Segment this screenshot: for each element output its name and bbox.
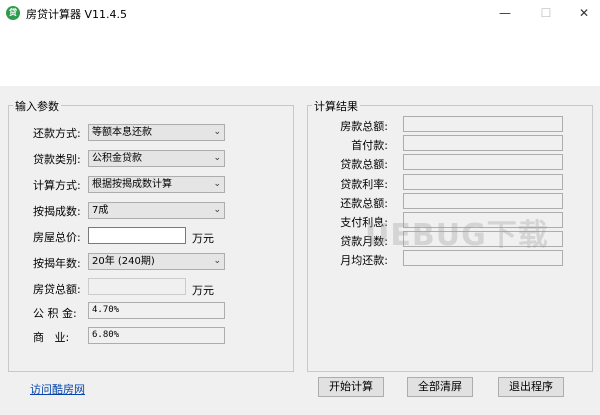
clear-all-button[interactable]: 全部清屏 <box>407 377 473 397</box>
house-price-label: 房屋总价: <box>33 231 81 244</box>
maximize-button[interactable]: ☐ <box>532 3 560 23</box>
repayment-method-select[interactable]: 等额本息还款 ⌄ <box>88 124 225 141</box>
repayment-method-value: 等额本息还款 <box>92 127 152 138</box>
fund-rate-field[interactable]: 4.70% <box>88 302 225 319</box>
mortgage-years-value: 20年 (240期) <box>92 256 155 267</box>
result-label: 首付款: <box>351 139 388 153</box>
loan-type-value: 公积金贷款 <box>92 153 142 164</box>
result-label: 贷款利率: <box>340 177 388 191</box>
loan-total-input <box>88 278 186 295</box>
commercial-rate-label: 商 业: <box>33 331 70 344</box>
mortgage-years-label: 按揭年数: <box>33 257 81 270</box>
calc-method-label: 计算方式: <box>33 179 81 192</box>
exit-button[interactable]: 退出程序 <box>498 377 564 397</box>
loan-type-select[interactable]: 公积金贷款 ⌄ <box>88 150 225 167</box>
close-button[interactable]: ✕ <box>570 3 598 23</box>
result-label: 还款总额: <box>340 196 388 210</box>
chevron-down-icon: ⌄ <box>213 179 221 189</box>
house-price-unit: 万元 <box>192 232 214 245</box>
result-value-field[interactable] <box>403 154 563 171</box>
app-logo-icon: 贷 <box>6 6 20 20</box>
chevron-down-icon: ⌄ <box>213 153 221 163</box>
title-bar: 贷 房贷计算器 V11.4.5 — ☐ ✕ <box>0 0 600 26</box>
result-title: 计算结果 <box>312 98 360 114</box>
mortgage-ratio-value: 7成 <box>92 205 109 216</box>
start-calc-button[interactable]: 开始计算 <box>318 377 384 397</box>
result-label: 房款总额: <box>340 120 388 133</box>
minimize-button[interactable]: — <box>491 3 519 23</box>
input-params-title: 输入参数 <box>13 98 61 114</box>
result-label: 月均还款: <box>340 254 388 268</box>
result-value-field[interactable] <box>403 192 563 209</box>
window-title: 房贷计算器 V11.4.5 <box>26 8 128 21</box>
result-value-field[interactable] <box>403 116 563 132</box>
visit-site-link[interactable]: 访问酷房网 <box>30 381 85 397</box>
calc-method-value: 根据按揭成数计算 <box>92 179 172 190</box>
repayment-method-label: 还款方式: <box>33 127 81 140</box>
house-price-input[interactable] <box>88 227 186 244</box>
mortgage-years-select[interactable]: 20年 (240期) ⌄ <box>88 253 225 270</box>
watermark-text: UEBUG下载 <box>365 218 549 253</box>
loan-type-label: 贷款类别: <box>33 153 81 166</box>
commercial-rate-field[interactable]: 6.80% <box>88 327 225 344</box>
result-label: 贷款总额: <box>340 158 388 172</box>
mortgage-ratio-select[interactable]: 7成 ⌄ <box>88 202 225 219</box>
mortgage-ratio-label: 按揭成数: <box>33 205 81 218</box>
loan-total-unit: 万元 <box>192 284 214 297</box>
result-value-field[interactable] <box>403 135 563 152</box>
calc-method-select[interactable]: 根据按揭成数计算 ⌄ <box>88 176 225 193</box>
loan-total-label: 房贷总额: <box>33 283 81 296</box>
result-value-field[interactable] <box>403 173 563 190</box>
fund-rate-label: 公 积 金: <box>33 307 77 320</box>
chevron-down-icon: ⌄ <box>213 127 221 137</box>
top-blank-area <box>0 26 600 86</box>
chevron-down-icon: ⌄ <box>213 205 221 215</box>
chevron-down-icon: ⌄ <box>213 256 221 266</box>
